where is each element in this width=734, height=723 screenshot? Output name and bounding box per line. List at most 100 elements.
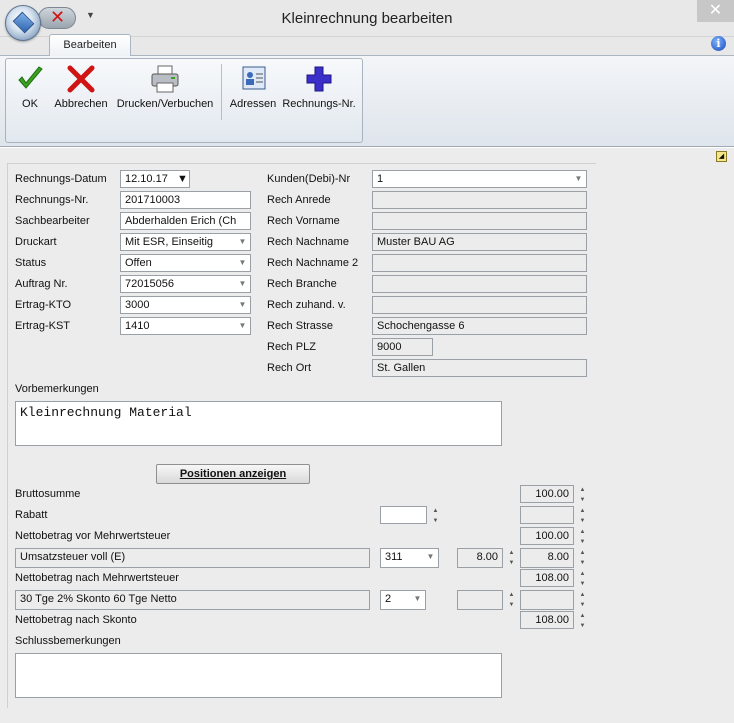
ust-code-value: 311 xyxy=(385,551,403,563)
status-label: Status xyxy=(15,257,47,269)
address-book-icon xyxy=(228,64,278,94)
ertrag-kst-value: 1410 xyxy=(125,320,150,332)
branche-label: Rech Branche xyxy=(267,278,337,290)
netto-skonto-label: Nettobetrag nach Skonto xyxy=(15,614,137,626)
skonto-amount-field xyxy=(520,590,574,610)
drucken-label: Drucken/Verbuchen xyxy=(116,98,214,110)
auftrag-nr-value: 72015056 xyxy=(125,278,174,290)
rabatt-label: Rabatt xyxy=(15,509,48,521)
bruttosumme-spinner-icon[interactable]: ▲ ▼ xyxy=(577,485,588,505)
rechnungs-nr-label: Rechnungs-Nr. xyxy=(282,98,356,110)
collapse-icon[interactable]: ◢ xyxy=(716,151,727,162)
skonto-amount-spinner-icon[interactable]: ▲ ▼ xyxy=(577,590,588,610)
rechnungs-datum-value: 12.10.17 xyxy=(125,173,168,185)
window-close-button[interactable]: ✕ xyxy=(697,0,734,22)
druckart-select[interactable]: Mit ESR, Einseitig ▼ xyxy=(120,233,251,251)
schlussbemerkungen-textarea[interactable] xyxy=(15,653,502,698)
plz-label: Rech PLZ xyxy=(267,341,316,353)
chevron-down-icon[interactable]: ▼ xyxy=(235,318,250,334)
sachbearbeiter-field[interactable]: Abderhalden Erich (Ch xyxy=(120,212,251,230)
plus-icon xyxy=(280,64,358,94)
abbrechen-button[interactable]: Abbrechen xyxy=(52,62,110,124)
kunden-nr-value: 1 xyxy=(377,173,384,185)
chevron-down-icon[interactable]: ▼ xyxy=(410,591,425,607)
checkmark-icon xyxy=(12,64,48,94)
quick-access-dropdown-icon[interactable]: ▼ xyxy=(86,10,95,20)
rabatt-amount-spinner-icon[interactable]: ▲ ▼ xyxy=(577,506,588,526)
netto-skonto-field: 108.00 xyxy=(520,611,574,629)
ertrag-kst-label: Ertrag-KST xyxy=(15,320,71,332)
netto-vor-field: 100.00 xyxy=(520,527,574,545)
skonto-description-field: 30 Tge 2% Skonto 60 Tge Netto xyxy=(15,590,370,610)
zuhand-label: Rech zuhand. v. xyxy=(267,299,346,311)
netto-nach-spinner-icon[interactable]: ▲ ▼ xyxy=(577,569,588,589)
bruttosumme-field: 100.00 xyxy=(520,485,574,503)
adressen-button[interactable]: Adressen xyxy=(228,62,278,124)
auftrag-nr-label: Auftrag Nr. xyxy=(15,278,68,290)
skonto-code-select[interactable]: 2 ▼ xyxy=(380,590,426,610)
druckart-label: Druckart xyxy=(15,236,57,248)
drucken-verbuchen-button[interactable]: Drucken/Verbuchen xyxy=(113,62,217,124)
rabatt-spinner-icon[interactable]: ▲ ▼ xyxy=(430,506,441,526)
vorname-label: Rech Vorname xyxy=(267,215,340,227)
ertrag-kst-select[interactable]: 1410 ▼ xyxy=(120,317,251,335)
ort-field: St. Gallen xyxy=(372,359,587,377)
ok-label: OK xyxy=(22,98,38,110)
rabatt-percent-field[interactable] xyxy=(380,506,427,524)
ust-amount-spinner-icon[interactable]: ▲ ▼ xyxy=(577,548,588,568)
date-picker-icon[interactable]: ▼ xyxy=(177,172,188,186)
quick-cancel-icon[interactable]: ✕ xyxy=(50,7,65,27)
chevron-down-icon[interactable]: ▼ xyxy=(423,549,438,565)
ust-amount-field: 8.00 xyxy=(520,548,574,568)
ort-label: Rech Ort xyxy=(267,362,312,374)
skonto-rate-field xyxy=(457,590,503,610)
ust-description-field: Umsatzsteuer voll (E) xyxy=(15,548,370,568)
status-select[interactable]: Offen ▼ xyxy=(120,254,251,272)
app-logo-icon xyxy=(12,11,35,34)
chevron-down-icon[interactable]: ▼ xyxy=(235,255,250,271)
chevron-down-icon[interactable]: ▼ xyxy=(571,171,586,187)
chevron-down-icon[interactable]: ▼ xyxy=(235,276,250,292)
ust-rate-spinner-icon[interactable]: ▲ ▼ xyxy=(506,548,517,568)
ertrag-kto-select[interactable]: 3000 ▼ xyxy=(120,296,251,314)
tab-bearbeiten[interactable]: Bearbeiten xyxy=(49,34,131,56)
ust-rate-field: 8.00 xyxy=(457,548,503,568)
chevron-down-icon[interactable]: ▼ xyxy=(235,297,250,313)
vorbemerkungen-label: Vorbemerkungen xyxy=(15,383,99,395)
nachname2-label: Rech Nachname 2 xyxy=(267,257,359,269)
auftrag-nr-select[interactable]: 72015056 ▼ xyxy=(120,275,251,293)
netto-skonto-spinner-icon[interactable]: ▲ ▼ xyxy=(577,611,588,631)
rechnungs-nr-button[interactable]: Rechnungs-Nr. xyxy=(280,62,358,124)
help-icon[interactable]: i xyxy=(711,36,726,51)
application-menu-button[interactable] xyxy=(5,5,41,41)
skonto-rate-spinner-icon[interactable]: ▲ ▼ xyxy=(506,590,517,610)
vorbemerkungen-textarea[interactable]: Kleinrechnung Material xyxy=(15,401,502,446)
druckart-value: Mit ESR, Einseitig xyxy=(125,236,214,248)
kunden-nr-select[interactable]: 1 ▼ xyxy=(372,170,587,188)
ust-code-select[interactable]: 311 ▼ xyxy=(380,548,439,568)
chevron-down-icon[interactable]: ▼ xyxy=(235,234,250,250)
window-title: Kleinrechnung bearbeiten xyxy=(281,10,453,27)
rechnungs-nr-label: Rechnungs-Nr. xyxy=(15,194,89,206)
netto-vor-spinner-icon[interactable]: ▲ ▼ xyxy=(577,527,588,547)
anrede-field xyxy=(372,191,587,209)
abbrechen-label: Abbrechen xyxy=(54,98,108,110)
rechnungs-nr-field[interactable]: 201710003 xyxy=(120,191,251,209)
sachbearbeiter-value: Abderhalden Erich (Ch xyxy=(125,215,237,227)
ok-button[interactable]: OK xyxy=(12,62,48,124)
adressen-label: Adressen xyxy=(229,98,277,110)
nachname-label: Rech Nachname xyxy=(267,236,349,248)
ertrag-kto-value: 3000 xyxy=(125,299,150,311)
rechnungs-datum-field[interactable]: 12.10.17 ▼ xyxy=(120,170,190,188)
branche-field xyxy=(372,275,587,293)
rechnungs-datum-label: Rechnungs-Datum xyxy=(15,173,107,185)
cancel-x-icon xyxy=(52,64,110,94)
ertrag-kto-label: Ertrag-KTO xyxy=(15,299,72,311)
strasse-field: Schochengasse 6 xyxy=(372,317,587,335)
bruttosumme-label: Bruttosumme xyxy=(15,488,81,500)
netto-nach-label: Nettobetrag nach Mehrwertsteuer xyxy=(15,572,179,584)
anrede-label: Rech Anrede xyxy=(267,194,331,206)
kunden-nr-label: Kunden(Debi)-Nr xyxy=(267,173,351,185)
positionen-anzeigen-button[interactable]: Positionen anzeigen xyxy=(156,464,310,484)
netto-vor-label: Nettobetrag vor Mehrwertsteuer xyxy=(15,530,171,542)
